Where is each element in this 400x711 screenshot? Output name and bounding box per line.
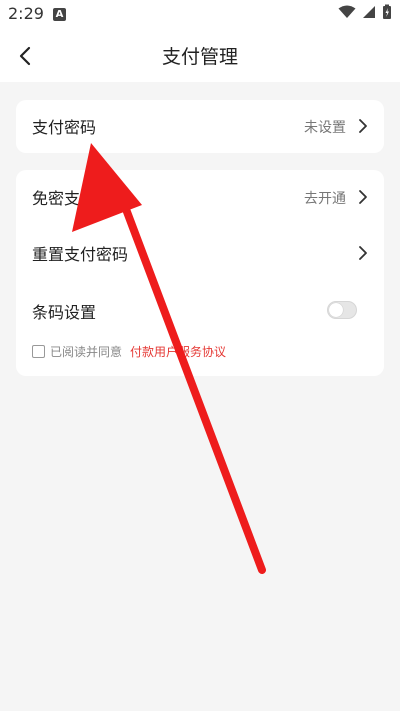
chevron-right-icon bbox=[359, 246, 367, 260]
row-value: 去开通 bbox=[304, 191, 346, 207]
agreement-row: 已阅读并同意 付款用户服务协议 bbox=[32, 342, 226, 360]
chevron-right-icon bbox=[359, 190, 367, 204]
row-label: 支付密码 bbox=[32, 118, 97, 137]
battery-icon bbox=[383, 4, 391, 19]
wifi-icon bbox=[338, 5, 356, 18]
password-free-payment-row[interactable]: 免密支付设置 去开通 bbox=[16, 171, 384, 224]
payment-settings-card: 免密支付设置 去开通 重置支付密码 条码设置 已阅读并同意 付款用户服务协议 bbox=[16, 170, 384, 376]
status-icons bbox=[338, 4, 392, 20]
notification-app-icon: A bbox=[53, 8, 66, 21]
row-label: 重置支付密码 bbox=[32, 245, 129, 264]
status-bar: 2:29 A bbox=[0, 0, 400, 30]
row-label: 条码设置 bbox=[32, 303, 97, 322]
row-label: 免密支付设置 bbox=[32, 189, 129, 208]
status-time: 2:29 bbox=[8, 4, 44, 23]
barcode-toggle[interactable] bbox=[327, 301, 357, 319]
payment-management-page: 2:29 A 支付管理 支付密码 未设置 免密支付设置 去开通 重置支付密码 条… bbox=[0, 0, 400, 711]
chevron-right-icon bbox=[359, 119, 367, 133]
agreement-link[interactable]: 付款用户服务协议 bbox=[130, 343, 226, 360]
row-value: 未设置 bbox=[304, 120, 346, 136]
page-title: 支付管理 bbox=[161, 46, 238, 68]
cellular-icon bbox=[363, 6, 375, 18]
payment-password-card: 支付密码 未设置 bbox=[16, 100, 384, 153]
reset-payment-password-row[interactable]: 重置支付密码 bbox=[16, 227, 384, 280]
agreement-checkbox[interactable] bbox=[32, 344, 45, 358]
toggle-knob bbox=[329, 303, 343, 317]
agreement-text: 已阅读并同意 bbox=[50, 344, 123, 359]
top-app-bar: 支付管理 bbox=[0, 30, 400, 82]
payment-password-row[interactable]: 支付密码 未设置 bbox=[16, 100, 384, 153]
